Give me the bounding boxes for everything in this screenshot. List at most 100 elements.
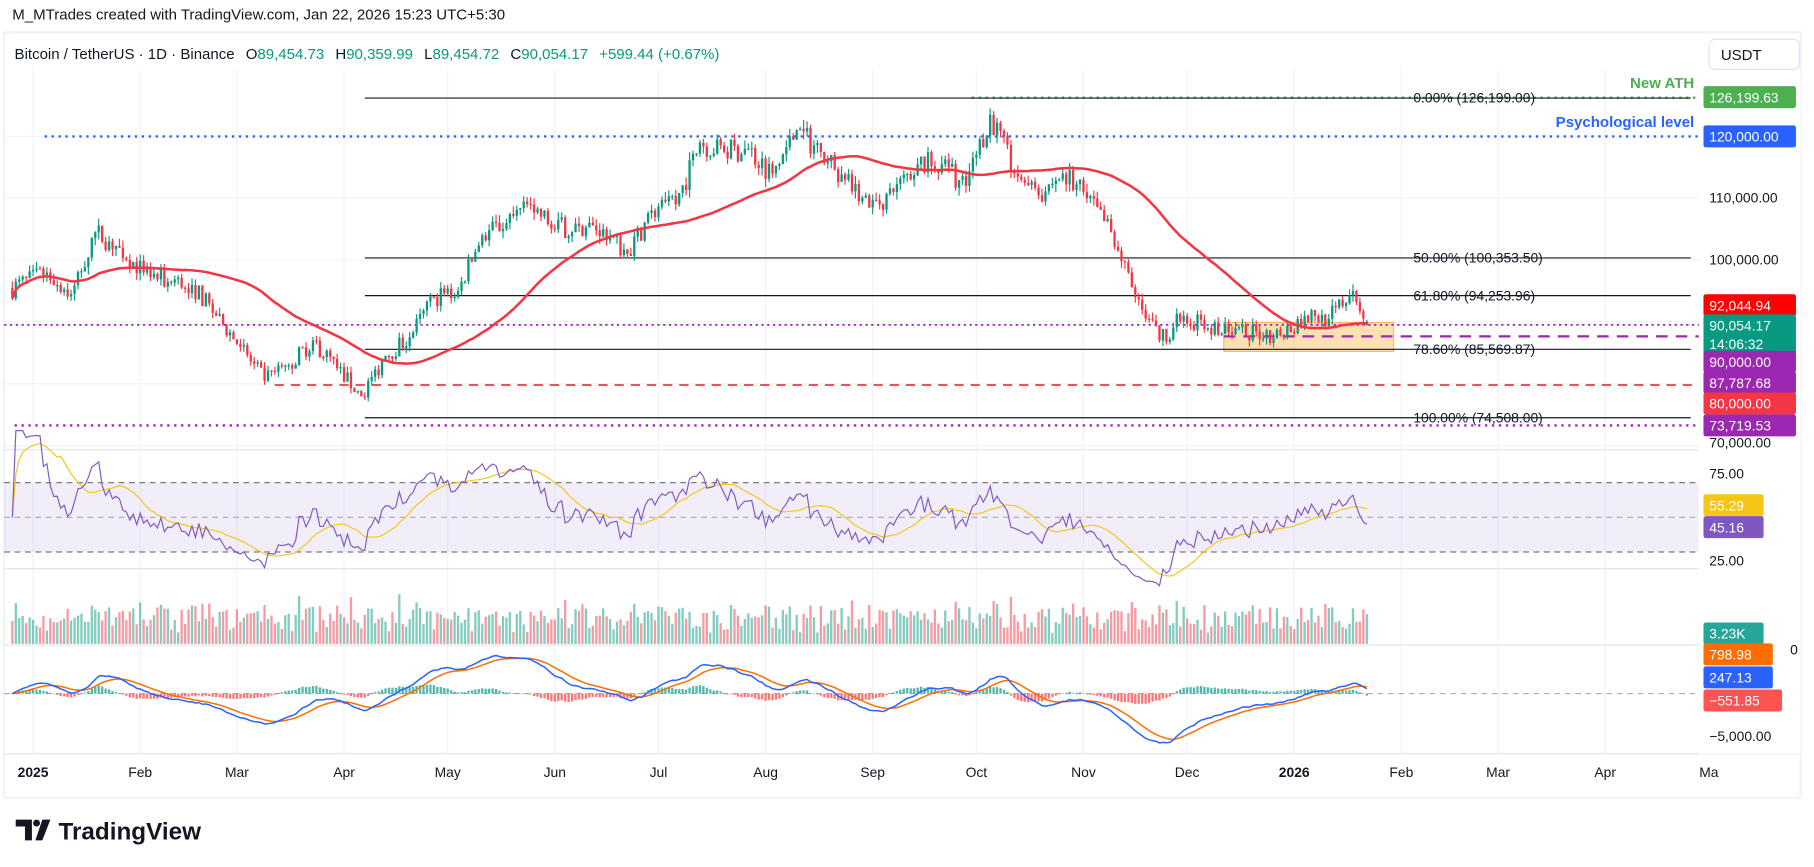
macd-histogram-bar — [688, 687, 691, 694]
volume-bar — [1103, 622, 1106, 644]
macd-histogram-bar — [1144, 693, 1147, 704]
candle-body — [1279, 329, 1282, 336]
candle-body — [646, 213, 650, 223]
macd-histogram-bar — [1199, 685, 1203, 694]
volume-bar — [906, 617, 909, 644]
volume-bar — [629, 611, 632, 644]
volume-bar — [135, 624, 138, 644]
currency-button[interactable]: USDT — [1708, 38, 1801, 70]
macd-histogram-bar — [73, 693, 76, 697]
macd-histogram-bar — [1065, 693, 1068, 694]
volume-bar — [1075, 617, 1078, 644]
macd-histogram-bar — [1154, 693, 1158, 701]
macd-histogram-bar — [42, 690, 45, 694]
macd-histogram-bar — [1051, 693, 1054, 698]
price-tag: 798.98 — [1709, 646, 1752, 662]
candle-body — [173, 279, 176, 283]
candle-body — [1189, 323, 1192, 326]
candle-body — [622, 249, 626, 256]
macd-histogram-bar — [1265, 690, 1268, 694]
volume-bar — [1120, 611, 1123, 644]
macd-histogram-bar — [1103, 693, 1106, 698]
volume-bar — [1082, 607, 1085, 644]
volume-bar — [69, 620, 73, 644]
macd-histogram-bar — [1054, 693, 1057, 696]
macd-histogram-bar — [602, 693, 605, 697]
candle-body — [1220, 333, 1223, 335]
candle-body — [204, 293, 207, 307]
volume-bar — [1061, 607, 1064, 644]
macd-histogram-bar — [1120, 693, 1123, 702]
candle-body — [1241, 324, 1244, 328]
macd-histogram-bar — [1082, 693, 1085, 694]
candle-body — [771, 164, 774, 174]
psychological-level-label: Psychological level — [1556, 114, 1695, 131]
candle-body — [671, 196, 674, 198]
macd-histogram-bar — [253, 693, 256, 699]
macd-histogram-bar — [1071, 692, 1075, 694]
volume-bar — [913, 615, 916, 644]
volume-bar — [1185, 618, 1189, 644]
candle-body — [1355, 291, 1358, 303]
macd-histogram-bar — [805, 690, 809, 694]
currency-button-label[interactable]: USDT — [1721, 47, 1762, 64]
volume-bar — [1127, 613, 1130, 644]
candle-body — [688, 160, 691, 190]
time-axis-label: Jul — [650, 764, 668, 780]
volume-bar — [861, 617, 864, 644]
candle-body — [964, 176, 968, 186]
macd-histogram-bar — [823, 693, 826, 698]
macd-histogram-bar — [588, 693, 591, 698]
macd-histogram-bar — [194, 693, 197, 697]
candle-body — [180, 277, 183, 288]
macd-histogram-bar — [570, 693, 574, 702]
price-tag: 126,199.63 — [1709, 89, 1779, 105]
candle-body — [781, 154, 785, 164]
macd-histogram-bar — [871, 693, 874, 699]
candle-body — [1151, 319, 1154, 321]
volume-bar — [335, 605, 339, 644]
candle-body — [1033, 181, 1037, 188]
macd-histogram-bar — [902, 688, 905, 694]
candle-body — [315, 340, 318, 342]
candle-body — [491, 221, 494, 231]
volume-bar — [954, 601, 957, 644]
tradingview-logo-text: TradingView — [58, 818, 201, 845]
candle-body — [1248, 335, 1251, 341]
candle-body — [163, 268, 166, 287]
symbol-title[interactable]: Bitcoin / TetherUS · 1D · Binance — [15, 46, 235, 63]
candle-body — [719, 139, 722, 146]
volume-bar — [1261, 622, 1265, 644]
candle-body — [256, 362, 259, 364]
volume-bar — [553, 619, 556, 644]
macd-histogram-bar — [35, 689, 38, 694]
macd-histogram-bar — [812, 693, 816, 695]
candle-body — [1141, 299, 1144, 310]
macd-histogram-bar — [63, 693, 66, 697]
candle-body — [1030, 181, 1033, 185]
macd-histogram-bar — [377, 691, 380, 694]
candle-body — [1203, 319, 1206, 330]
volume-bar — [125, 619, 128, 644]
macd-histogram-bar — [750, 693, 753, 698]
volume-bar — [667, 615, 670, 644]
macd-histogram-bar — [477, 689, 480, 694]
macd-histogram-bar — [1127, 693, 1130, 703]
macd-histogram-bar — [128, 693, 131, 698]
candle-body — [881, 204, 885, 210]
volume-bar — [159, 604, 163, 644]
candle-body — [971, 157, 975, 172]
macd-histogram-bar — [183, 693, 187, 697]
volume-bar — [1085, 616, 1089, 644]
macd-histogram-bar — [1158, 693, 1161, 701]
candle-body — [301, 347, 304, 349]
volume-bar — [73, 617, 76, 644]
volume-bar — [425, 611, 429, 644]
fib-level-label: 100.00% (74,508.00) — [1413, 409, 1542, 425]
macd-histogram-bar — [1237, 688, 1241, 694]
candle-body — [588, 222, 591, 228]
macd-histogram-bar — [519, 693, 522, 695]
candle-body — [208, 293, 211, 304]
volume-bar — [733, 608, 736, 644]
candle-body — [1230, 332, 1234, 335]
